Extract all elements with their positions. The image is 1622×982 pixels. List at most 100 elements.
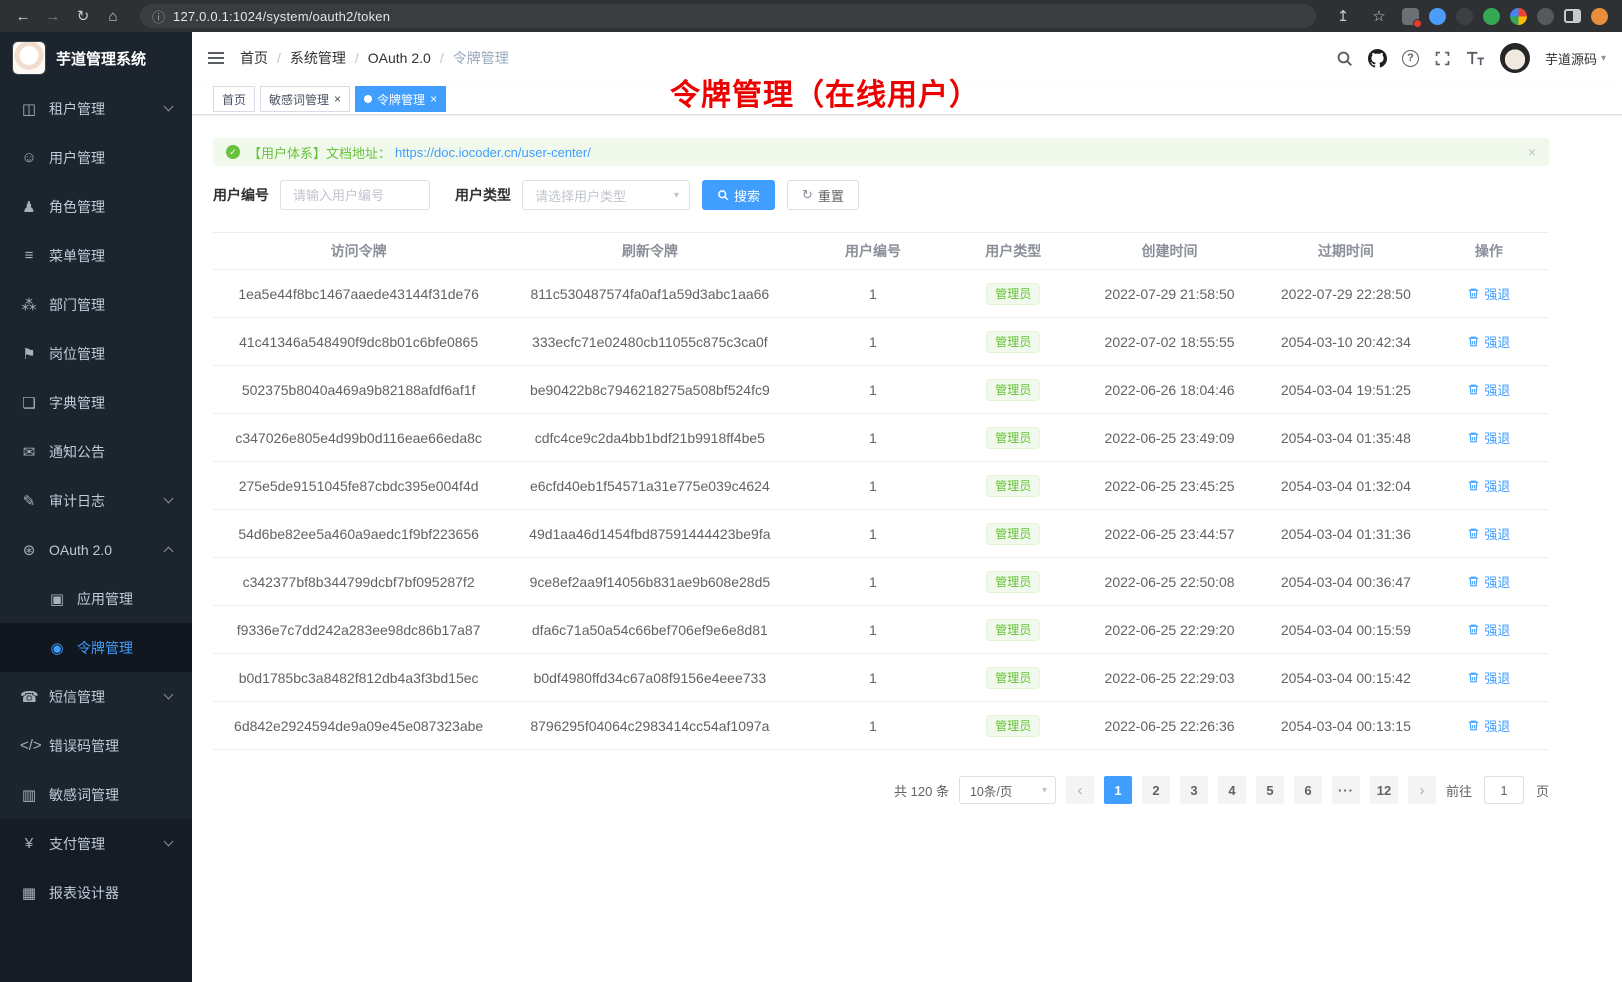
cell-created-time: 2022-06-25 22:29:03 (1076, 654, 1263, 702)
search-button[interactable]: 搜索 (702, 180, 775, 210)
notice-icon: ✉ (20, 443, 38, 461)
tab-bar: 首页 敏感词管理 × 令牌管理 × (192, 84, 1622, 115)
close-icon[interactable]: × (1528, 144, 1536, 160)
sidebar-item-post[interactable]: ⚑ 岗位管理 (0, 329, 192, 378)
extension-icon-dark[interactable] (1456, 8, 1473, 25)
user-type-badge: 管理员 (986, 475, 1040, 497)
sidebar-item-sensitive-word[interactable]: ▥ 敏感词管理 (0, 770, 192, 819)
user-type-badge: 管理员 (986, 427, 1040, 449)
tab-sensitive-word[interactable]: 敏感词管理 × (260, 86, 350, 112)
sidebar-item-label: OAuth 2.0 (49, 542, 112, 558)
tab-token[interactable]: 令牌管理 × (355, 86, 446, 112)
page-button[interactable]: 2 (1142, 776, 1170, 804)
cell-created-time: 2022-06-25 22:29:20 (1076, 606, 1263, 654)
cell-user-id: 1 (795, 606, 950, 654)
browser-forward-icon[interactable]: → (40, 4, 66, 28)
sidebar-collapse-icon[interactable] (208, 52, 224, 64)
sidebar-item-sms[interactable]: ☎ 短信管理 (0, 672, 192, 721)
page-button[interactable]: 12 (1370, 776, 1398, 804)
force-logout-button[interactable]: 强退 (1467, 284, 1510, 303)
split-view-icon[interactable] (1564, 9, 1581, 23)
cell-user-id: 1 (795, 654, 950, 702)
next-page-button[interactable]: › (1408, 776, 1436, 804)
sidebar-item-role[interactable]: ♟ 角色管理 (0, 182, 192, 231)
sidebar-item-oauth2[interactable]: ⊛ OAuth 2.0 (0, 525, 192, 574)
extension-icon-ghost[interactable] (1537, 8, 1554, 25)
browser-reload-icon[interactable]: ↻ (70, 4, 96, 28)
page-button[interactable]: 4 (1218, 776, 1246, 804)
page-button[interactable]: 5 (1256, 776, 1284, 804)
force-logout-button[interactable]: 强退 (1467, 716, 1510, 735)
sidebar-item-tenant[interactable]: ◫ 租户管理 (0, 84, 192, 133)
doc-link[interactable]: https://doc.iocoder.cn/user-center/ (395, 145, 591, 160)
goto-page-input[interactable] (1484, 776, 1524, 804)
force-logout-button[interactable]: 强退 (1467, 524, 1510, 543)
breadcrumb-item[interactable]: OAuth 2.0 (368, 50, 431, 66)
prev-page-button[interactable]: ‹ (1066, 776, 1094, 804)
user-type-badge: 管理员 (986, 715, 1040, 737)
force-logout-button[interactable]: 强退 (1467, 668, 1510, 687)
extension-icon-blue[interactable] (1429, 8, 1446, 25)
address-bar[interactable]: ⓘ 127.0.0.1:1024/system/oauth2/token (140, 4, 1316, 28)
search-icon[interactable] (1336, 50, 1353, 67)
user-id-input[interactable] (280, 180, 430, 210)
page-button[interactable]: 6 (1294, 776, 1322, 804)
browser-back-icon[interactable]: ← (10, 4, 36, 28)
chevron-down-icon (164, 494, 174, 504)
sidebar-item-oauth2-token[interactable]: ◉ 令牌管理 (0, 623, 192, 672)
user-menu[interactable]: 芋道源码 ▾ (1545, 49, 1606, 68)
extension-icon-green[interactable] (1483, 8, 1500, 25)
sidebar-item-report-designer[interactable]: ▦ 报表设计器 (0, 868, 192, 917)
cell-created-time: 2022-06-26 18:04:46 (1076, 366, 1263, 414)
close-icon[interactable]: × (430, 92, 437, 106)
sidebar-item-audit-log[interactable]: ✎ 审计日志 (0, 476, 192, 525)
force-logout-button[interactable]: 强退 (1467, 620, 1510, 639)
page-size-select[interactable]: 10条/页 ▾ (959, 776, 1056, 804)
col-access-token: 访问令牌 (213, 233, 504, 270)
user-avatar[interactable] (1500, 43, 1530, 73)
sidebar-item-pay[interactable]: ¥ 支付管理 (0, 819, 192, 868)
sidebar-item-error-code[interactable]: </> 错误码管理 (0, 721, 192, 770)
goto-label: 前往 (1446, 781, 1472, 800)
sidebar-item-dept[interactable]: ⁂ 部门管理 (0, 280, 192, 329)
delete-icon (1467, 671, 1480, 684)
app-logo[interactable]: 芋道管理系统 (0, 32, 192, 84)
user-type-select[interactable]: 请选择用户类型 ▾ (522, 180, 690, 210)
fullscreen-icon[interactable] (1434, 50, 1451, 67)
github-icon[interactable] (1368, 49, 1387, 68)
reset-button[interactable]: ↻ 重置 (787, 180, 859, 210)
cell-refresh-token: 811c530487574fa0af1a59d3abc1aa66 (504, 270, 795, 318)
bookmark-star-icon[interactable]: ☆ (1366, 4, 1392, 28)
page-button[interactable]: 3 (1180, 776, 1208, 804)
extension-icon-puzzle[interactable] (1510, 8, 1527, 25)
font-size-icon[interactable] (1466, 50, 1485, 67)
sidebar-item-menu[interactable]: ≡ 菜单管理 (0, 231, 192, 280)
breadcrumb-item[interactable]: 系统管理 (290, 48, 346, 68)
table-header-row: 访问令牌 刷新令牌 用户编号 用户类型 创建时间 过期时间 操作 (213, 233, 1549, 270)
browser-profile-avatar[interactable] (1591, 8, 1608, 25)
help-icon[interactable]: ? (1402, 50, 1419, 67)
browser-home-icon[interactable]: ⌂ (100, 4, 126, 28)
sidebar-item-dict[interactable]: ❏ 字典管理 (0, 378, 192, 427)
close-icon[interactable]: × (334, 92, 341, 106)
force-logout-button[interactable]: 强退 (1467, 428, 1510, 447)
sidebar-item-label: 用户管理 (49, 148, 105, 168)
sidebar-item-notice[interactable]: ✉ 通知公告 (0, 427, 192, 476)
site-info-icon[interactable]: ⓘ (152, 7, 165, 26)
sidebar-item-oauth2-app[interactable]: ▣ 应用管理 (0, 574, 192, 623)
cell-access-token: 6d842e2924594de9a09e45e087323abe (213, 702, 504, 750)
share-icon[interactable]: ↥ (1330, 4, 1356, 28)
force-logout-button[interactable]: 强退 (1467, 476, 1510, 495)
force-logout-button[interactable]: 强退 (1467, 332, 1510, 351)
dept-icon: ⁂ (20, 296, 38, 314)
sidebar-item-user[interactable]: ☺ 用户管理 (0, 133, 192, 182)
breadcrumb-item[interactable]: 首页 (240, 48, 268, 68)
force-logout-button[interactable]: 强退 (1467, 380, 1510, 399)
page-button[interactable]: 1 (1104, 776, 1132, 804)
force-logout-button[interactable]: 强退 (1467, 572, 1510, 591)
sidebar-item-label: 租户管理 (49, 99, 105, 119)
tab-home[interactable]: 首页 (213, 86, 255, 112)
app-title: 芋道管理系统 (56, 48, 146, 69)
more-pages-button[interactable]: ··· (1332, 776, 1360, 804)
extension-icon-grid[interactable] (1402, 8, 1419, 25)
